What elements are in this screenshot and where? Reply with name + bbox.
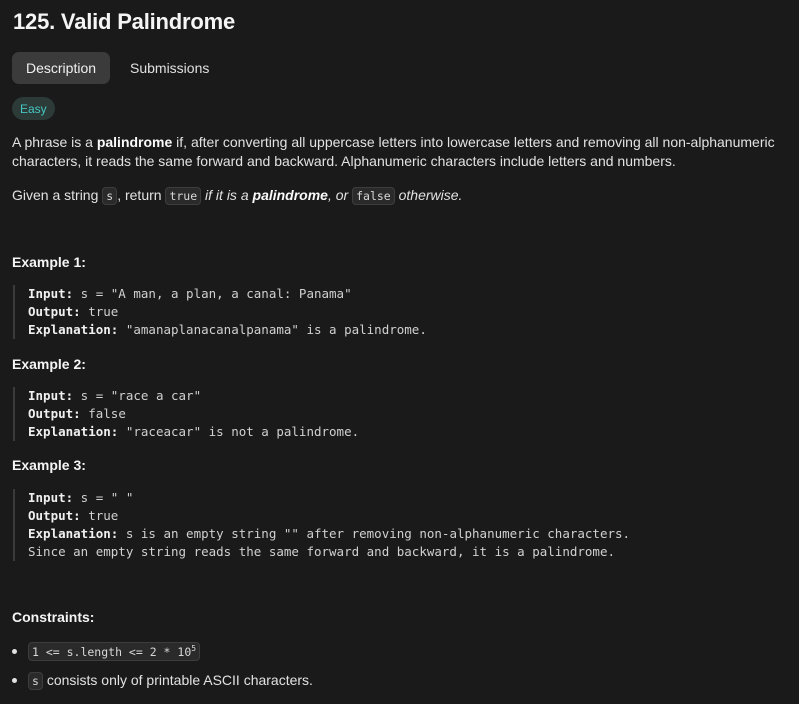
text: , return	[117, 187, 166, 203]
input-label: Input:	[28, 490, 74, 505]
constraint-length: 1 <= s.length <= 2 * 10	[32, 644, 192, 659]
output-label: Output:	[28, 304, 81, 319]
constraint-item-1: 1 <= s.length <= 2 * 105	[12, 642, 201, 661]
description-paragraph-1: A phrase is a palindrome if, after conve…	[12, 133, 787, 171]
constraint-item-2: s consists only of printable ASCII chara…	[12, 672, 313, 690]
output-value: false	[80, 406, 126, 421]
input-value: s = " "	[73, 490, 134, 505]
output-label: Output:	[28, 508, 81, 523]
problem-title: 125. Valid Palindrome	[13, 9, 236, 34]
explanation-value: s is an empty string "" after removing n…	[118, 526, 631, 541]
example-2-title: Example 2:	[12, 356, 86, 372]
explanation-label: Explanation:	[28, 424, 119, 439]
output-value: true	[80, 508, 119, 523]
input-label: Input:	[28, 388, 74, 403]
text: otherwise.	[394, 187, 463, 203]
constraints-title: Constraints:	[12, 609, 95, 625]
tab-bar: Description Submissions	[12, 52, 223, 84]
example-1-block: Input: s = "A man, a plan, a canal: Pana…	[13, 285, 773, 339]
example-3-block: Input: s = " " Output: true Explanation: s…	[13, 489, 773, 561]
output-value: true	[80, 304, 119, 319]
text: Given a string	[12, 187, 103, 203]
text: , or	[327, 187, 353, 203]
description-paragraph-2: Given a string s, return true if it is a…	[12, 186, 787, 206]
input-label: Input:	[28, 286, 74, 301]
bullet-icon	[12, 677, 17, 683]
example-3-title: Example 3:	[12, 457, 86, 473]
text: A phrase is a	[12, 134, 97, 150]
example-1-title: Example 1:	[12, 254, 86, 270]
inline-code-false: false	[352, 187, 395, 205]
exponent: 5	[191, 644, 197, 653]
tab-submissions[interactable]: Submissions	[116, 52, 223, 84]
input-value: s = "race a car"	[73, 388, 202, 403]
tab-description[interactable]: Description	[12, 52, 110, 84]
palindrome-term: palindrome	[252, 187, 328, 203]
explanation-value: "amanaplanacanalpanama" is a palindrome.	[118, 322, 427, 337]
text: if it is a	[201, 187, 253, 203]
bullet-icon	[12, 648, 17, 654]
inline-code-s: s	[28, 672, 43, 690]
example-2-block: Input: s = "race a car" Output: false Expl…	[13, 387, 773, 441]
difficulty-badge: Easy	[12, 97, 55, 120]
inline-code-s: s	[102, 187, 118, 205]
explanation-label: Explanation:	[28, 526, 119, 541]
constraint-code: 1 <= s.length <= 2 * 105	[28, 642, 201, 661]
inline-code-true: true	[165, 187, 202, 205]
input-value: s = "A man, a plan, a canal: Panama"	[73, 286, 352, 301]
explanation-label: Explanation:	[28, 322, 119, 337]
output-label: Output:	[28, 406, 81, 421]
palindrome-term: palindrome	[96, 134, 173, 150]
explanation-continued: Since an empty string reads the same for…	[28, 544, 615, 559]
explanation-value: "raceacar" is not a palindrome.	[118, 424, 360, 439]
constraint-text: consists only of printable ASCII charact…	[42, 672, 313, 688]
